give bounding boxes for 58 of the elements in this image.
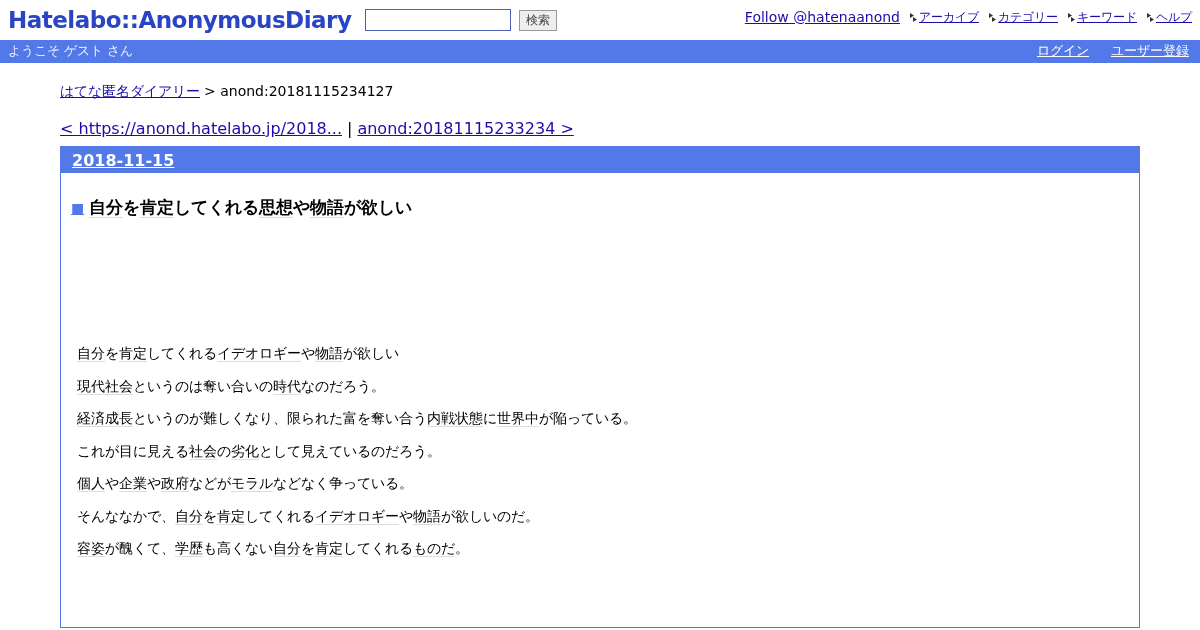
keyword-link[interactable]: 思想 (259, 198, 294, 218)
keyword-link[interactable]: 個人 (77, 475, 105, 492)
next-link[interactable]: anond:20181115233234 > (357, 119, 574, 138)
paragraph: 容姿が醜くて、学歴も高くない 自分を肯定 してくれる ものだ。 (77, 539, 470, 558)
paragraph: 経済成長というのが難しくなり、限られた富を奪い合う 内戦状態に世界中が陥っている。 (77, 409, 638, 428)
keyword-link[interactable]: 肯定 (119, 345, 147, 362)
account-link[interactable]: ユーザー登録 (1111, 43, 1189, 60)
keyword-link[interactable]: 現代社会 (77, 377, 133, 395)
paragraph: そんななかで、自分を肯定 してくれる イデオロギーや物語が欲しいのだ。 (77, 506, 540, 526)
breadcrumb-current: > anond:20181115234127 (204, 83, 394, 101)
follow-link[interactable]: Follow @hatenaanond (744, 9, 900, 25)
nav-link[interactable]: ヘルプ (1156, 9, 1192, 26)
keyword-link[interactable]: 肯定 (217, 507, 245, 525)
arrow-icon (1068, 13, 1075, 22)
search-button[interactable]: 検索 (519, 9, 558, 31)
nav-link[interactable]: カテゴリー (998, 9, 1058, 26)
keyword-link[interactable]: 自分 (273, 540, 301, 557)
keyword-link[interactable]: 物語 (310, 198, 345, 218)
entry-title: 自分を肯定してくれる思想や物語が欲しい (89, 197, 413, 219)
arrow-icon (989, 13, 996, 22)
keyword-link[interactable]: 企業 (119, 475, 147, 492)
nav-link[interactable]: アーカイブ (919, 9, 979, 26)
breadcrumb-link[interactable]: はてな匿名ダイアリー (60, 83, 200, 101)
keyword-link[interactable]: 自分 (77, 345, 105, 362)
keyword-link[interactable]: イデオロギー (315, 507, 399, 525)
entry-marker-link[interactable]: ■ (71, 200, 85, 216)
date-link[interactable]: 2018-11-15 (72, 150, 175, 170)
search-field[interactable] (365, 9, 512, 31)
pager-separator: | (347, 119, 353, 138)
keyword-link[interactable]: 自分 (175, 507, 203, 525)
prev-link[interactable]: < https://anond.hatelabo.jp/2018... (60, 119, 342, 138)
keyword-link[interactable]: 経済成長 (77, 410, 133, 427)
keyword-link[interactable]: 肯定 (140, 198, 175, 218)
keyword-link[interactable]: 物語 (315, 345, 343, 362)
keyword-link[interactable]: 世界中 (497, 410, 539, 427)
nav-link[interactable]: キーワード (1077, 9, 1137, 26)
paragraph: これが目に見える社会の劣化として見えているのだろう。 (77, 441, 442, 461)
paragraph: 自分を肯定 してくれる イデオロギーや物語が欲しい (77, 344, 400, 363)
site-logo[interactable]: Hatelabo::AnonymousDiary (8, 7, 352, 33)
keyword-link[interactable]: 学歴 (175, 540, 203, 557)
paragraph: 現代社会 というのは奪い合いの時代なのだろう。 (77, 376, 386, 396)
keyword-link[interactable]: 政府 (161, 475, 189, 492)
keyword-link[interactable]: 自分 (89, 198, 124, 218)
keyword-link[interactable]: モラル (231, 475, 273, 492)
keyword-link[interactable]: 内戦状態 (427, 410, 483, 427)
keyword-link[interactable]: 社会 (189, 442, 217, 460)
keyword-link[interactable]: イデオロギー (217, 345, 301, 362)
keyword-link[interactable]: 劣化 (231, 442, 259, 460)
keyword-link[interactable]: 肯定 (315, 540, 343, 557)
arrow-icon (1147, 13, 1154, 22)
paragraph: 個人や企業や政府などがモラルなどなく争っている。 (77, 474, 414, 493)
keyword-link[interactable]: 物語 (413, 507, 441, 525)
welcome-text: ようこそ ゲスト さん (8, 43, 133, 60)
keyword-link[interactable]: 容姿 (77, 540, 105, 557)
keyword-link[interactable]: ものだ (413, 540, 455, 557)
keyword-link[interactable]: 時代 (273, 377, 301, 395)
account-link[interactable]: ログイン (1037, 43, 1089, 60)
arrow-icon (910, 13, 917, 22)
